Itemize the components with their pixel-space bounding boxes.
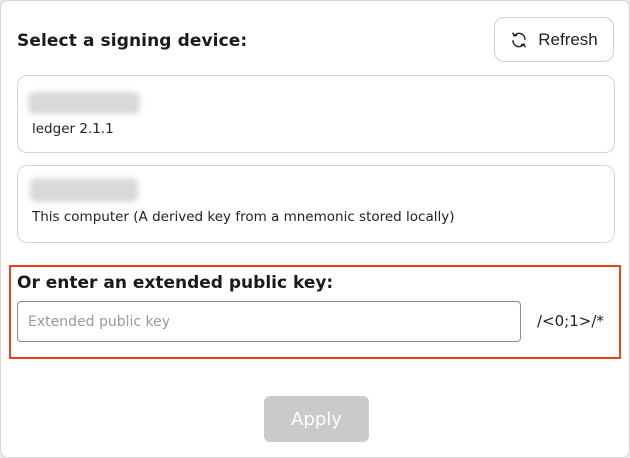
xpub-input[interactable]: [17, 301, 521, 342]
refresh-label: Refresh: [538, 29, 598, 49]
derivation-suffix: /<0;1>/*: [537, 312, 604, 330]
page-title: Select a signing device:: [17, 31, 248, 51]
device-label: ledger 2.1.1: [32, 121, 114, 137]
signing-device-modal: Select a signing device: Refresh ledger …: [0, 0, 630, 458]
device-item-this-computer[interactable]: This computer (A derived key from a mnem…: [17, 165, 615, 243]
apply-button[interactable]: Apply: [264, 396, 369, 442]
refresh-button[interactable]: Refresh: [494, 17, 614, 62]
xpub-title: Or enter an extended public key:: [17, 273, 334, 293]
device-name-redacted: [30, 178, 138, 202]
refresh-icon: [512, 32, 526, 47]
device-item-ledger[interactable]: ledger 2.1.1: [17, 75, 615, 153]
device-name-redacted: [28, 92, 140, 114]
device-label: This computer (A derived key from a mnem…: [32, 209, 455, 225]
